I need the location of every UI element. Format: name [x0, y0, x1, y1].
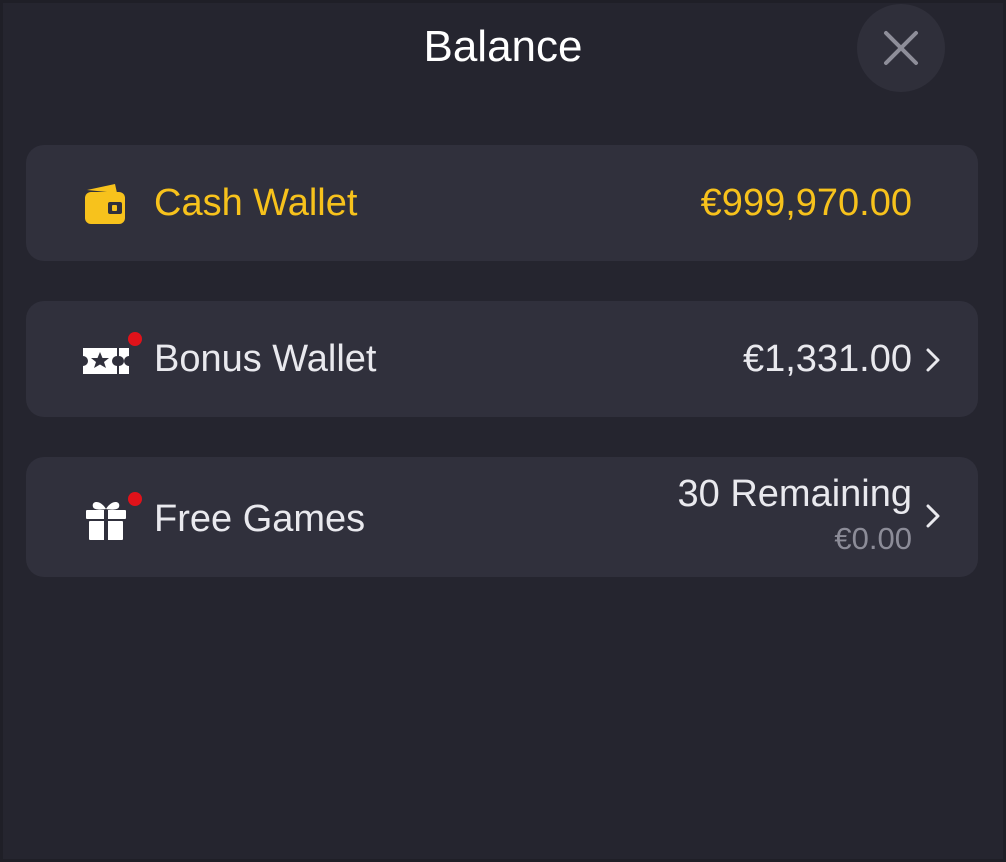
notification-dot — [128, 492, 142, 506]
free-games-label: Free Games — [154, 498, 366, 540]
close-icon — [884, 31, 918, 65]
bonus-wallet-amount: €1,331.00 — [742, 338, 912, 380]
page-title: Balance — [423, 22, 583, 71]
free-games-value: €0.00 — [834, 521, 912, 556]
balance-panel: Balance Cash Wallet €999,970.00 Bonus Wa… — [3, 3, 1003, 859]
chevron-right-icon — [926, 504, 940, 528]
cash-wallet-row: Cash Wallet €999,970.00 — [26, 145, 978, 261]
cash-wallet-label: Cash Wallet — [154, 182, 358, 224]
notification-dot — [128, 332, 142, 346]
bonus-wallet-row[interactable]: Bonus Wallet €1,331.00 — [26, 301, 978, 417]
ticket-icon — [83, 348, 129, 374]
bonus-wallet-label: Bonus Wallet — [154, 338, 377, 380]
chevron-right-icon — [926, 348, 940, 372]
wallet-icon — [85, 184, 125, 224]
gift-icon — [86, 502, 126, 540]
cash-wallet-amount: €999,970.00 — [700, 182, 912, 224]
close-button[interactable] — [857, 4, 945, 92]
free-games-row[interactable]: Free Games 30 Remaining €0.00 — [26, 457, 978, 577]
free-games-remaining: 30 Remaining — [677, 473, 912, 515]
